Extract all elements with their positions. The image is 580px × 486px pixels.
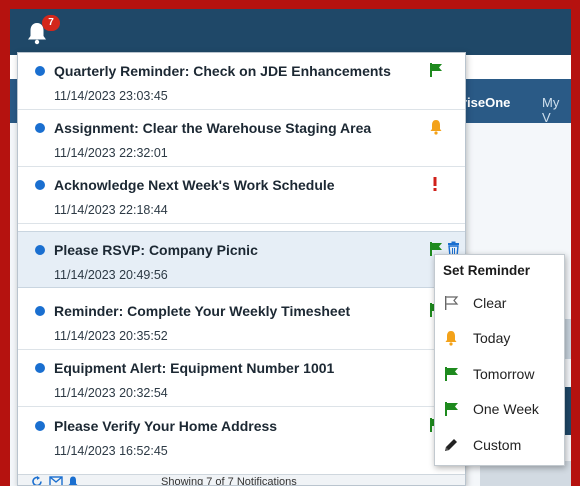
notification-item[interactable]: Please Verify Your Home Address 11/14/20…: [18, 408, 465, 465]
notification-item[interactable]: Assignment: Clear the Warehouse Staging …: [18, 110, 465, 167]
pencil-icon: [445, 439, 457, 451]
unread-dot-icon: [35, 363, 45, 373]
bell-icon: [445, 331, 457, 346]
notification-title: Reminder: Complete Your Weekly Timesheet: [54, 303, 351, 319]
app-nav-link[interactable]: My V: [542, 95, 571, 125]
notification-timestamp: 11/14/2023 20:32:54: [54, 386, 168, 400]
refresh-icon[interactable]: [31, 476, 43, 486]
notifications-summary: Showing 7 of 7 Notifications: [161, 476, 297, 486]
notifications-button[interactable]: 7: [24, 13, 60, 49]
notification-item[interactable]: Equipment Alert: Equipment Number 1001 1…: [18, 350, 465, 407]
notifications-footer: Showing 7 of 7 Notifications: [18, 474, 465, 486]
unread-dot-icon: [35, 421, 45, 431]
notifications-panel: Quarterly Reminder: Check on JDE Enhance…: [17, 52, 466, 486]
notification-title: Please Verify Your Home Address: [54, 418, 278, 434]
bell-icon[interactable]: [429, 119, 443, 135]
notification-title: Quarterly Reminder: Check on JDE Enhance…: [54, 63, 391, 79]
bell-icon[interactable]: [67, 476, 79, 486]
green-flag-icon[interactable]: [429, 62, 443, 78]
notification-item-selected[interactable]: Please RSVP: Company Picnic 11/14/2023 2…: [18, 231, 465, 288]
menu-item-label: Tomorrow: [473, 366, 535, 382]
menu-item-custom[interactable]: Custom: [435, 430, 564, 460]
notification-timestamp: 11/14/2023 20:35:52: [54, 329, 168, 343]
notification-title: Please RSVP: Company Picnic: [54, 242, 258, 258]
top-bar: 7: [10, 9, 571, 55]
notification-item[interactable]: Quarterly Reminder: Check on JDE Enhance…: [18, 53, 465, 110]
unread-dot-icon: [35, 180, 45, 190]
menu-item-clear[interactable]: Clear: [435, 288, 564, 318]
notification-title: Assignment: Clear the Warehouse Staging …: [54, 120, 372, 136]
menu-item-label: Today: [473, 330, 511, 346]
menu-item-label: Custom: [473, 437, 522, 453]
notification-timestamp: 11/14/2023 22:32:01: [54, 146, 168, 160]
set-reminder-menu: Set Reminder Clear Today Tomorrow One We…: [434, 254, 565, 466]
unread-dot-icon: [35, 306, 45, 316]
notification-timestamp: 11/14/2023 22:18:44: [54, 203, 168, 217]
notification-timestamp: 11/14/2023 16:52:45: [54, 444, 168, 458]
unread-dot-icon: [35, 245, 45, 255]
menu-item-one-week[interactable]: One Week: [435, 394, 564, 424]
app-window: 7 riseOne My V Quarterly Reminder: Check…: [10, 9, 571, 486]
green-flag-icon: [445, 402, 458, 416]
notification-title: Acknowledge Next Week's Work Schedule: [54, 177, 335, 193]
notification-item[interactable]: Reminder: Complete Your Weekly Timesheet…: [18, 293, 465, 350]
app-title: riseOne: [462, 95, 511, 110]
notification-count-badge: 7: [42, 15, 60, 31]
menu-item-tomorrow[interactable]: Tomorrow: [435, 359, 564, 389]
menu-title: Set Reminder: [443, 263, 531, 278]
envelope-icon[interactable]: [49, 476, 63, 486]
green-flag-icon: [445, 367, 458, 381]
menu-item-label: One Week: [473, 401, 539, 417]
unread-dot-icon: [35, 123, 45, 133]
notification-timestamp: 11/14/2023 23:03:45: [54, 89, 168, 103]
notification-title: Equipment Alert: Equipment Number 1001: [54, 360, 335, 376]
outline-flag-icon: [445, 296, 459, 310]
exclamation-icon[interactable]: [431, 176, 439, 192]
unread-dot-icon: [35, 66, 45, 76]
menu-item-label: Clear: [473, 295, 507, 311]
notification-timestamp: 11/14/2023 20:49:56: [54, 268, 168, 282]
notification-item[interactable]: Acknowledge Next Week's Work Schedule 11…: [18, 167, 465, 224]
menu-item-today[interactable]: Today: [435, 323, 564, 353]
